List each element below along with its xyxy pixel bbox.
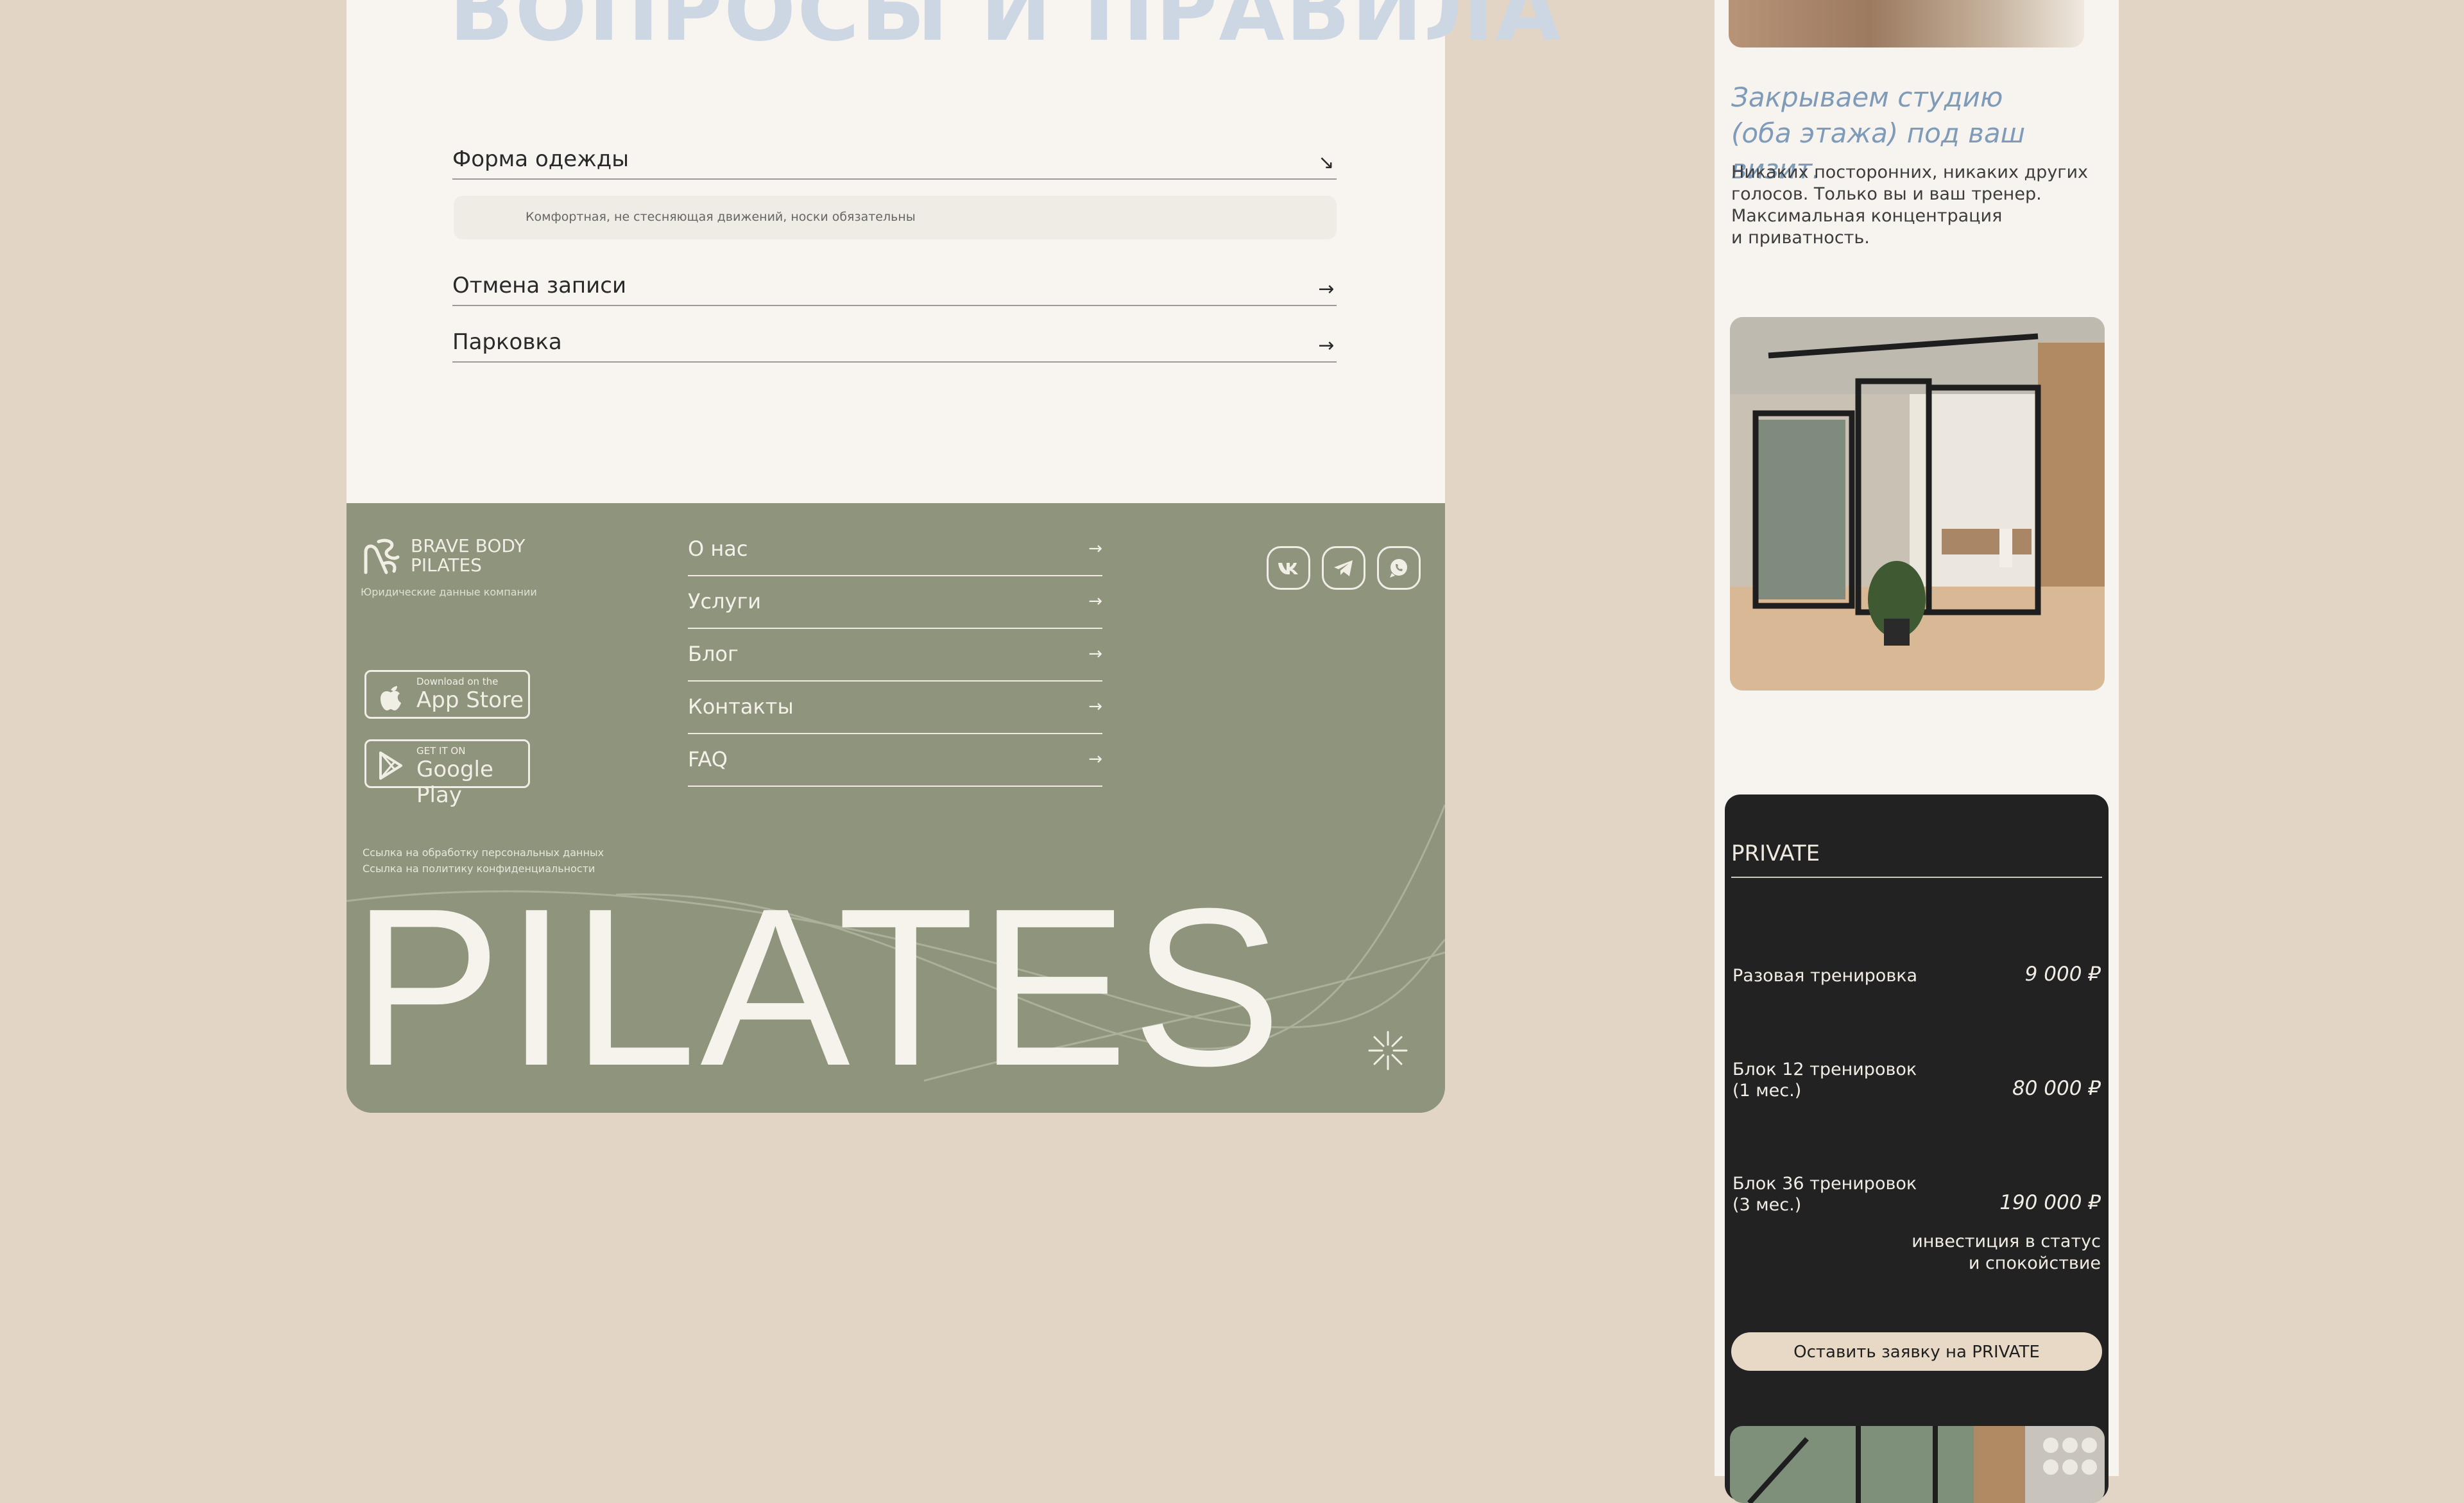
studio-text-line: Максимальная концентрация: [1731, 206, 2003, 226]
faq-section: ВОПРОСЫ И ПРАВИЛА Форма одежды ↘ Комфорт…: [346, 0, 1561, 513]
studio-photo-bottom: [1730, 1426, 2105, 1503]
legal-data-link[interactable]: Юридические данные компании: [361, 586, 537, 598]
telegram-button[interactable]: [1322, 546, 1365, 590]
private-title: PRIVATE: [1731, 841, 2102, 878]
arrow-right-icon: →: [1088, 644, 1102, 664]
price-value-block-12: 80 000 ₽: [2012, 1077, 2101, 1100]
nav-item-label: О нас: [688, 537, 748, 561]
price-label-block-36: Блок 36 тренировок (3 мес.): [1733, 1174, 1917, 1215]
app-store-button[interactable]: Download on the App Store: [364, 670, 530, 719]
footer-wordmark: PILATES: [352, 862, 1286, 1113]
nav-item-blog[interactable]: Блог →: [688, 628, 1102, 682]
faq-item-label: Отмена записи: [452, 273, 627, 298]
arrow-right-icon: →: [1088, 750, 1102, 769]
arrow-right-icon: →: [1088, 539, 1102, 558]
faq-item-parking[interactable]: Парковка →: [452, 323, 1337, 363]
studio-text-line: голосов. Только вы и ваш тренер.: [1731, 184, 2042, 204]
nav-item-label: Услуги: [688, 589, 762, 614]
brand-name: BRAVE BODY PILATES: [411, 535, 526, 576]
sparkle-icon: [1368, 1031, 1408, 1070]
nav-item-faq[interactable]: FAQ →: [688, 733, 1102, 787]
nav-item-services[interactable]: Услуги →: [688, 575, 1102, 629]
price-value-block-36: 190 000 ₽: [1999, 1191, 2101, 1214]
nav-item-label: Контакты: [688, 694, 794, 719]
store-name: App Store: [416, 687, 524, 713]
studio-column: Закрываем студию (оба этажа) под ваш виз…: [1715, 0, 2119, 1503]
price-note: инвестиция в статус и спокойствие: [1912, 1232, 2101, 1273]
arrow-right-icon: →: [1318, 278, 1335, 300]
vk-icon: [1278, 563, 1298, 574]
faq-title: ВОПРОСЫ И ПРАВИЛА: [449, 0, 1562, 60]
brand-logo-icon: [364, 538, 400, 574]
telegram-icon: [1334, 560, 1353, 576]
google-play-button[interactable]: GET IT ON Google Play: [364, 739, 530, 808]
faq-item-cancellation[interactable]: Отмена записи →: [452, 266, 1337, 306]
nav-item-about[interactable]: О нас →: [688, 522, 1102, 576]
private-request-button[interactable]: Оставить заявку на PRIVATE: [1731, 1332, 2102, 1371]
google-play-icon: [379, 752, 402, 780]
arrow-right-icon: →: [1088, 697, 1102, 716]
price-value-single: 9 000 ₽: [2024, 963, 2101, 986]
nav-item-label: FAQ: [688, 747, 728, 771]
studio-photo-top: [1729, 0, 2084, 47]
nav-item-contacts[interactable]: Контакты →: [688, 680, 1102, 734]
store-caption: Download on the: [416, 676, 499, 687]
store-name: Google Play: [416, 757, 493, 808]
arrow-right-icon: →: [1088, 592, 1102, 611]
arrow-down-right-icon: ↘: [1318, 151, 1335, 174]
whatsapp-icon: [1390, 559, 1407, 578]
faq-answer: Комфортная, не стесняющая движений, носк…: [454, 196, 1337, 239]
arrow-right-icon: →: [1318, 334, 1335, 357]
apple-icon: [381, 686, 401, 710]
personal-data-policy-link[interactable]: Ссылка на обработку персональных данных: [363, 846, 604, 859]
faq-answer-text: Комфортная, не стесняющая движений, носк…: [526, 210, 916, 224]
site-footer: BRAVE BODY PILATES Юридические данные ко…: [346, 503, 1445, 1113]
nav-item-label: Блог: [688, 642, 739, 666]
studio-heading-line: Закрываем студию: [1731, 82, 2003, 113]
price-label-block-12: Блок 12 тренировок (1 мес.): [1733, 1060, 1917, 1101]
price-label-single: Разовая тренировка: [1733, 966, 1918, 986]
studio-photo: [1730, 317, 2105, 691]
whatsapp-button[interactable]: [1377, 546, 1421, 590]
studio-text-line: и приватность.: [1731, 228, 1870, 248]
faq-item-clothing[interactable]: Форма одежды ↘: [452, 140, 1337, 180]
studio-text-line: Никаких посторонних, никаких других: [1731, 162, 2089, 182]
private-pricing-card: PRIVATE Разовая тренировка 9 000 ₽ Блок …: [1725, 794, 2109, 1500]
faq-item-label: Форма одежды: [452, 146, 629, 172]
faq-item-label: Парковка: [452, 329, 562, 355]
vk-button[interactable]: [1267, 546, 1310, 590]
store-caption: GET IT ON: [416, 745, 466, 757]
